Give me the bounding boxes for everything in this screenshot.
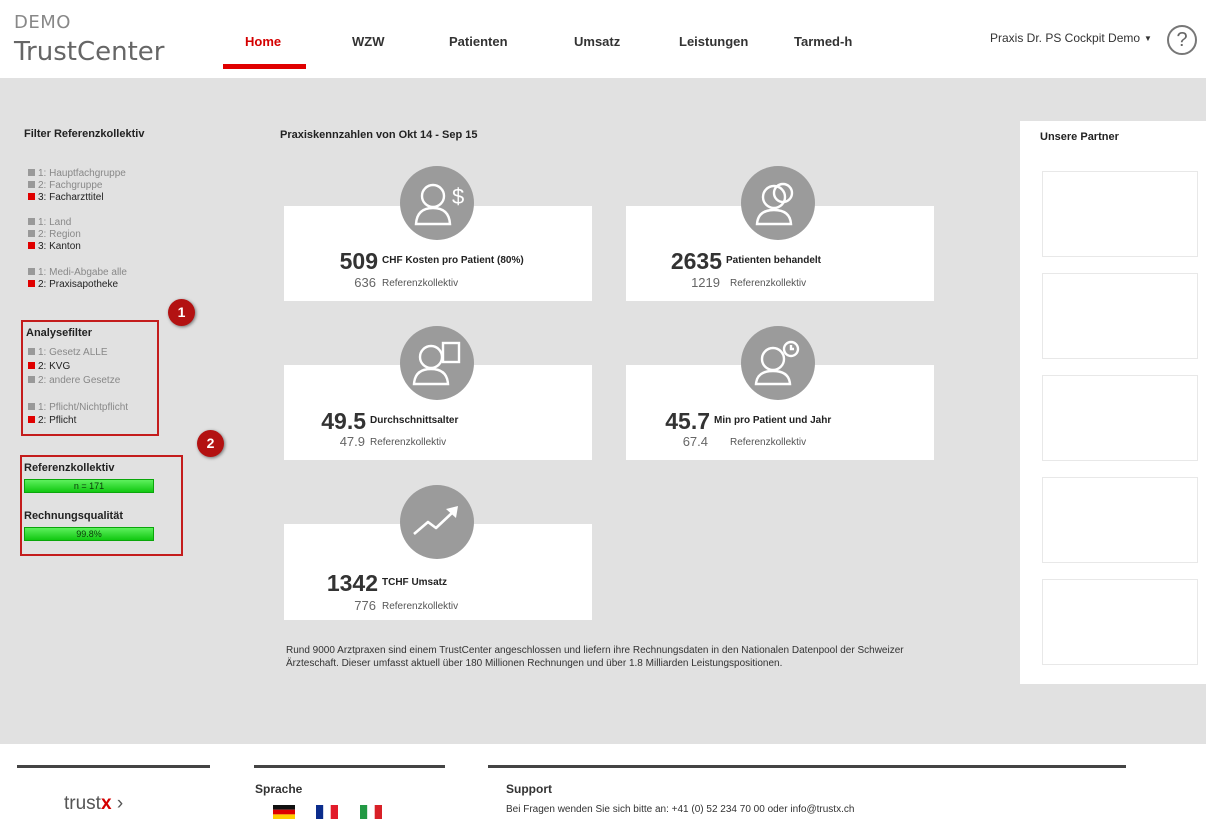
french-flag-icon[interactable] [316, 805, 338, 819]
filter-title: Filter Referenzkollektiv [24, 128, 145, 140]
patient-age-icon [400, 326, 474, 400]
nav-umsatz[interactable]: Umsatz [574, 34, 620, 50]
referenzkollektiv-title: Referenzkollektiv [24, 462, 115, 474]
analyse-option-selected[interactable]: 2: Pflicht [28, 415, 76, 427]
filter-option-selected[interactable]: 3: Facharzttitel [28, 192, 104, 204]
help-icon[interactable]: ? [1167, 25, 1197, 55]
checkbox-square-icon [28, 362, 35, 369]
kpi-value: 2635 [670, 248, 722, 274]
nav-tarmed-h[interactable]: Tarmed-h [794, 34, 852, 50]
analyse-option[interactable]: 1: Gesetz ALLE [28, 347, 108, 359]
patient-time-icon [741, 326, 815, 400]
kpi-value: 509 [339, 248, 378, 274]
nav-patienten[interactable]: Patienten [449, 34, 508, 50]
checkbox-square-icon [28, 181, 35, 188]
main-content: Filter Referenzkollektiv 1: Hauptfachgru… [0, 78, 1206, 744]
marker-badge-2: 2 [197, 430, 224, 457]
footer-support-title: Support [506, 782, 552, 796]
logo-trustcenter[interactable]: TrustCenter [14, 38, 164, 66]
kpi-value: 1342 [326, 570, 378, 596]
checkbox-square-icon [28, 280, 35, 287]
kpi-value: 49.5 [321, 408, 366, 434]
support-contact-text: Bei Fragen wenden Sie sich bitte an: +41… [506, 804, 855, 815]
trustx-logo[interactable]: trustx › [64, 793, 123, 815]
checkbox-square-icon [28, 268, 35, 275]
kpi-reference-value: 1219 [691, 275, 720, 290]
footnote-text: Rund 9000 Arztpraxen sind einem TrustCen… [286, 645, 904, 669]
filter-option[interactable]: 2: Region [28, 229, 81, 241]
kpi-reference-value: 67.4 [682, 434, 708, 449]
filter-option-selected[interactable]: 2: Praxisapotheke [28, 279, 118, 291]
checkbox-square-icon [28, 348, 35, 355]
header: DEMO TrustCenter Home WZW Patienten Umsa… [0, 0, 1206, 78]
nav-wzw[interactable]: WZW [352, 34, 384, 50]
user-menu-dropdown[interactable]: Praxis Dr. PS Cockpit Demo ▼ [990, 31, 1152, 45]
kpi-reference-label: Referenzkollektiv [370, 437, 447, 448]
partner-slot[interactable] [1042, 375, 1198, 461]
filter-option-selected[interactable]: 3: Kanton [28, 241, 81, 253]
checkbox-square-icon [28, 416, 35, 423]
analyse-option-selected[interactable]: 2: KVG [28, 361, 70, 373]
rechnungsqualitaet-title: Rechnungsqualität [24, 510, 124, 522]
patient-cost-icon: $ [400, 166, 474, 240]
analysefilter-title: Analysefilter [26, 327, 93, 339]
checkbox-square-icon [28, 403, 35, 410]
kpi-label: CHF Kosten pro Patient (80%) [382, 255, 524, 266]
filter-option[interactable]: 2: Fachgruppe [28, 180, 103, 192]
checkbox-square-icon [28, 218, 35, 225]
nav-home[interactable]: Home [245, 34, 281, 50]
checkbox-square-icon [28, 230, 35, 237]
footer-divider [254, 765, 445, 768]
filter-option[interactable]: 1: Medi-Abgabe alle [28, 267, 127, 279]
patients-group-icon [741, 166, 815, 240]
referenzkollektiv-bar: n = 171 [24, 479, 154, 493]
footer-divider [488, 765, 1126, 768]
user-menu-label: Praxis Dr. PS Cockpit Demo [990, 31, 1141, 45]
partner-slot[interactable] [1042, 273, 1198, 359]
partner-slot[interactable] [1042, 579, 1198, 665]
filter-option[interactable]: 1: Hauptfachgruppe [28, 168, 126, 180]
partner-panel: Unsere Partner [1020, 121, 1206, 684]
kpi-reference-label: Referenzkollektiv [382, 601, 459, 612]
nav-leistungen[interactable]: Leistungen [679, 34, 748, 50]
german-flag-icon[interactable] [273, 805, 295, 819]
checkbox-square-icon [28, 242, 35, 249]
logo-demo-text: DEMO [14, 12, 71, 33]
kpi-reference-value: 636 [354, 275, 376, 290]
analyse-option[interactable]: 1: Pflicht/Nichtpflicht [28, 402, 128, 414]
kpi-reference-label: Referenzkollektiv [730, 437, 807, 448]
kpi-reference-label: Referenzkollektiv [730, 278, 807, 289]
kpi-reference-label: Referenzkollektiv [382, 278, 459, 289]
nav-active-indicator [223, 64, 306, 69]
kpi-label: TCHF Umsatz [382, 577, 448, 588]
partner-title: Unsere Partner [1040, 131, 1119, 143]
svg-text:$: $ [452, 184, 464, 209]
rechnungsqualitaet-bar: 99.8% [24, 527, 154, 541]
kpi-reference-value: 776 [354, 598, 376, 613]
analyse-option[interactable]: 2: andere Gesetze [28, 375, 120, 387]
chevron-down-icon: ▼ [1144, 34, 1152, 43]
kpi-label: Min pro Patient und Jahr [714, 415, 832, 426]
section-title: Praxiskennzahlen von Okt 14 - Sep 15 [280, 129, 478, 141]
footer-sprache-title: Sprache [255, 782, 303, 796]
checkbox-square-icon [28, 169, 35, 176]
marker-badge-1: 1 [168, 299, 195, 326]
checkbox-square-icon [28, 376, 35, 383]
filter-option[interactable]: 1: Land [28, 217, 71, 229]
partner-slot[interactable] [1042, 477, 1198, 563]
partner-slot[interactable] [1042, 171, 1198, 257]
kpi-reference-value: 47.9 [339, 434, 365, 449]
kpi-label: Durchschnittsalter [370, 415, 459, 426]
kpi-label: Patienten behandelt [726, 255, 822, 266]
trend-up-icon [400, 485, 474, 559]
kpi-value: 45.7 [665, 408, 710, 434]
italian-flag-icon[interactable] [360, 805, 382, 819]
footer-divider [17, 765, 210, 768]
checkbox-square-icon [28, 193, 35, 200]
